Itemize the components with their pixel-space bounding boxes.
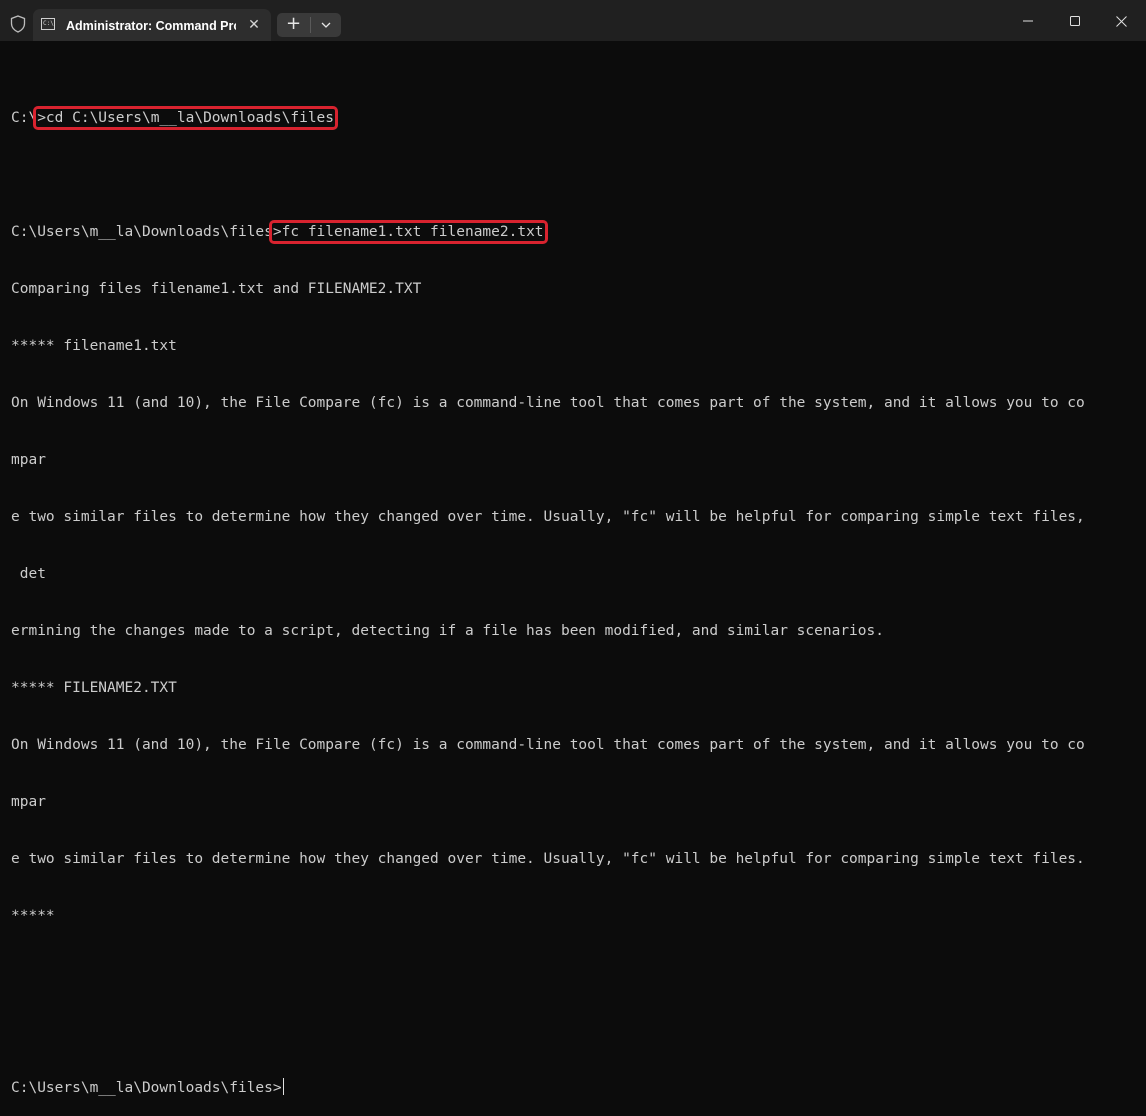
prompt: C:\Users\m__la\Downloads\files [11,224,273,240]
output-line: Comparing files filename1.txt and FILENA… [11,281,422,297]
command-line-cd: C:\>cd C:\Users\m__la\Downloads\files [11,106,1139,130]
highlighted-command-fc: >fc filename1.txt filename2.txt [268,220,548,244]
command-prompt-icon: C:\ [41,18,55,30]
output-line: e two similar files to determine how the… [11,851,1085,867]
title-bar: C:\ Administrator: Command Pro ✕ + [0,0,1146,41]
minimize-button[interactable] [1005,4,1051,38]
close-window-button[interactable] [1098,4,1144,38]
tab-command-prompt[interactable]: C:\ Administrator: Command Pro ✕ [33,9,271,41]
tab-title: Administrator: Command Pro [66,19,236,33]
prompt: C:\ [11,110,38,126]
text-cursor [282,1078,284,1095]
output-line: On Windows 11 (and 10), the File Compare… [11,395,1085,411]
maximize-button[interactable] [1052,4,1098,38]
prompt: C:\Users\m__la\Downloads\files> [11,1080,282,1096]
terminal-output[interactable]: C:\>cd C:\Users\m__la\Downloads\files C:… [11,71,1139,1116]
maximize-icon [1070,16,1080,26]
minimize-icon [1023,20,1033,22]
output-line: e two similar files to determine how the… [11,509,1085,525]
new-tab-dropdown-button[interactable] [311,13,341,37]
output-line: mpar [11,452,46,468]
command-line-fc: C:\Users\m__la\Downloads\files>fc filena… [11,220,1139,244]
output-line: ***** filename1.txt [11,338,177,354]
output-line: ***** FILENAME2.TXT [11,680,177,696]
output-line: det [11,566,46,582]
shield-icon [8,14,28,34]
new-tab-group: + [277,13,341,37]
new-tab-button[interactable]: + [277,13,310,37]
final-prompt-line: C:\Users\m__la\Downloads\files> [11,1078,1139,1097]
output-line: On Windows 11 (and 10), the File Compare… [11,737,1085,753]
output-line: ermining the changes made to a script, d… [11,623,884,639]
highlighted-command-cd: >cd C:\Users\m__la\Downloads\files [33,106,339,130]
chevron-down-icon [321,22,331,28]
close-icon [1115,15,1127,27]
output-line: ***** [11,908,55,924]
output-line: mpar [11,794,46,810]
close-tab-button[interactable]: ✕ [245,16,263,34]
